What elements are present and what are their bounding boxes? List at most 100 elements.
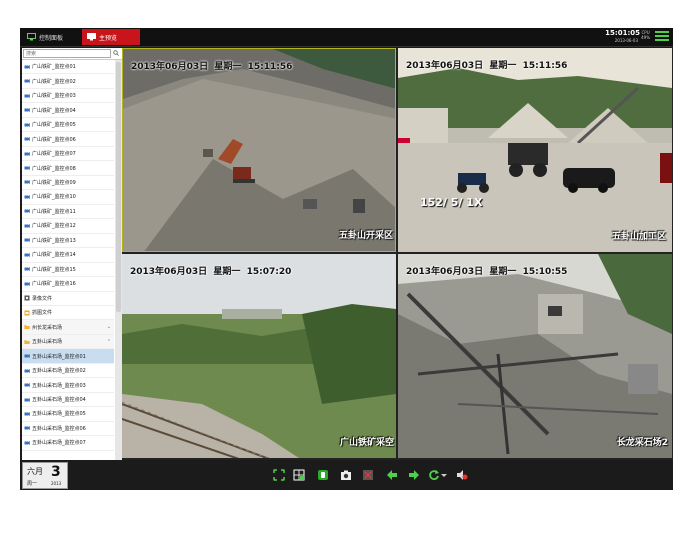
tree-item[interactable]: 广山铁矿_监控点04 (22, 103, 114, 118)
app-window: 控制面板 主预览 15:01:05 2013-06-03 CPU 49% 广山铁… (20, 28, 673, 490)
chevron-up-icon[interactable]: ⌃ (107, 339, 111, 345)
tree-group[interactable]: 五卦山采石场 ⌃ (22, 334, 114, 350)
tree-item-label: 广山铁矿_监控点10 (32, 194, 76, 201)
camera-icon (24, 223, 30, 228)
camera-icon (24, 426, 30, 431)
camera-icon (24, 122, 30, 127)
video-tile-2[interactable]: 2013年06月03日 星期一 15:11:56 152/ 5/ 1X 五卦山加… (398, 48, 672, 252)
tree-item[interactable]: 录像文件 (22, 292, 114, 306)
tree-item[interactable]: 广山铁矿_监控点05 (22, 118, 114, 133)
search-input[interactable] (23, 49, 111, 58)
menu-icon[interactable] (655, 31, 669, 43)
tree-item-label: 广山铁矿_监控点02 (32, 78, 76, 85)
tree-item[interactable]: 广山铁矿_监控点15 (22, 263, 114, 278)
chevron-down-icon[interactable] (441, 469, 447, 481)
video-timestamp: 2013年06月03日 星期一 15:11:56 (406, 61, 568, 71)
tree-item[interactable]: 五卦山采石场_监控点06 (22, 422, 114, 437)
monitor-icon (27, 33, 36, 41)
camera-icon (24, 79, 30, 84)
tab-main-preview-label: 主预览 (99, 34, 118, 42)
video-grid: 2013年06月03日 星期一 15:11:56 五卦山开采区 2013年06月… (122, 48, 673, 460)
tab-control-panel[interactable]: 控制面板 (22, 29, 84, 45)
close-preview-icon[interactable] (362, 469, 374, 481)
tree-item-label: 广山铁矿_监控点16 (32, 281, 76, 288)
tree-item-label: 五卦山采石场_监控点07 (32, 440, 86, 447)
tree-item[interactable]: 五卦山采石场_监控点01 (22, 349, 114, 364)
camera-icon (24, 440, 30, 445)
camera-icon (24, 166, 30, 171)
record-file-icon (24, 295, 30, 301)
device-list: 广山铁矿_监控点01 广山铁矿_监控点02 广山铁矿_监控点03 广山铁矿_监控点04… (22, 60, 114, 451)
tree-item-label: 广山铁矿_监控点05 (32, 122, 76, 129)
camera-icon (24, 397, 30, 402)
camera-icon (24, 281, 30, 286)
tree-item[interactable]: 五卦山采石场_监控点07 (22, 436, 114, 451)
next-icon[interactable] (408, 469, 420, 481)
video-timestamp: 2013年06月03日 星期一 15:10:55 (406, 267, 568, 277)
video-tile-4[interactable]: 2013年06月03日 星期一 15:10:55 长龙采石场2 (398, 254, 672, 458)
scrollbar[interactable] (115, 60, 122, 460)
tree-item[interactable]: 五卦山采石场_监控点05 (22, 407, 114, 422)
tree-item[interactable]: 广山铁矿_监控点08 (22, 161, 114, 176)
tree-item[interactable]: 广山铁矿_监控点14 (22, 248, 114, 263)
tree-item[interactable]: 抓图文件 (22, 306, 114, 321)
tree-item[interactable]: 五卦山采石场_监控点04 (22, 393, 114, 408)
tree-item-label: 五卦山采石场_监控点01 (32, 353, 86, 360)
tree-item[interactable]: 五卦山采石场_监控点02 (22, 364, 114, 379)
cpu-value: 49% (641, 35, 650, 40)
video-feed-rail-landscape (122, 254, 396, 458)
bottom-toolbar (20, 462, 673, 490)
camera-icon (24, 209, 30, 214)
tree-item[interactable]: 广山铁矿_监控点16 (22, 277, 114, 292)
tree-item[interactable]: 广山铁矿_监控点13 (22, 234, 114, 249)
tree-item[interactable]: 广山铁矿_监控点01 (22, 60, 114, 75)
folder-icon (24, 339, 30, 344)
video-timestamp: 2013年06月03日 星期一 15:11:56 (131, 62, 293, 72)
tree-item-label: 广山铁矿_监控点14 (32, 252, 76, 259)
ptz-overlay: 152/ 5/ 1X (420, 196, 483, 209)
device-tree-panel: 广山铁矿_监控点01 广山铁矿_监控点02 广山铁矿_监控点03 广山铁矿_监控点04… (22, 48, 122, 460)
search-icon[interactable] (113, 50, 119, 56)
camera-icon (24, 194, 30, 199)
layout-icon[interactable] (293, 469, 305, 481)
tree-item[interactable]: 广山铁矿_监控点12 (22, 219, 114, 234)
mute-icon[interactable] (456, 469, 468, 481)
tree-item[interactable]: 广山铁矿_监控点10 (22, 190, 114, 205)
top-bar: 控制面板 主预览 15:01:05 2013-06-03 CPU 49% (20, 28, 673, 47)
previous-icon[interactable] (386, 469, 398, 481)
search-bar (22, 48, 122, 60)
tree-item-label: 广山铁矿_监控点04 (32, 107, 76, 114)
fullscreen-icon[interactable] (273, 469, 285, 481)
video-caption: 长龙采石场2 (616, 438, 668, 448)
tree-item-label: 广山铁矿_监控点11 (32, 208, 76, 215)
snapshot-icon[interactable] (340, 469, 352, 481)
tree-item[interactable]: 五卦山采石场_监控点03 (22, 378, 114, 393)
camera-icon (24, 411, 30, 416)
tree-item[interactable]: 广山铁矿_监控点09 (22, 176, 114, 191)
tab-main-preview[interactable]: 主预览 (82, 29, 140, 45)
cpu-status: CPU 49% (641, 30, 650, 40)
tree-item[interactable]: 广山铁矿_监控点03 (22, 89, 114, 104)
record-icon[interactable] (317, 469, 329, 481)
scrollbar-thumb[interactable] (116, 62, 121, 312)
tree-item[interactable]: 广山铁矿_监控点11 (22, 205, 114, 220)
video-feed-processing-area (398, 48, 672, 252)
tree-item[interactable]: 广山铁矿_监控点07 (22, 147, 114, 162)
camera-icon (24, 108, 30, 113)
camera-icon (24, 383, 30, 388)
camera-icon (24, 64, 30, 69)
video-tile-1[interactable]: 2013年06月03日 星期一 15:11:56 五卦山开采区 (122, 48, 396, 252)
tree-item-label: 录像文件 (32, 295, 53, 302)
tree-item[interactable]: 广山铁矿_监控点06 (22, 132, 114, 147)
clock-time: 15:01:05 (605, 29, 640, 37)
video-caption: 五卦山加工区 (611, 232, 666, 242)
tree-item-label: 广山铁矿_监控点06 (32, 136, 76, 143)
camera-icon (24, 354, 30, 359)
tree-group[interactable]: 州长龙采石场 ⌄ (22, 320, 114, 335)
chevron-down-icon[interactable]: ⌄ (107, 324, 111, 330)
refresh-icon[interactable] (428, 469, 440, 481)
tree-item[interactable]: 广山铁矿_监控点02 (22, 74, 114, 89)
tree-item-label: 抓图文件 (32, 310, 53, 317)
video-tile-3[interactable]: 2013年06月03日 星期一 15:07:20 广山铁矿采空 (122, 254, 396, 458)
camera-icon (24, 368, 30, 373)
